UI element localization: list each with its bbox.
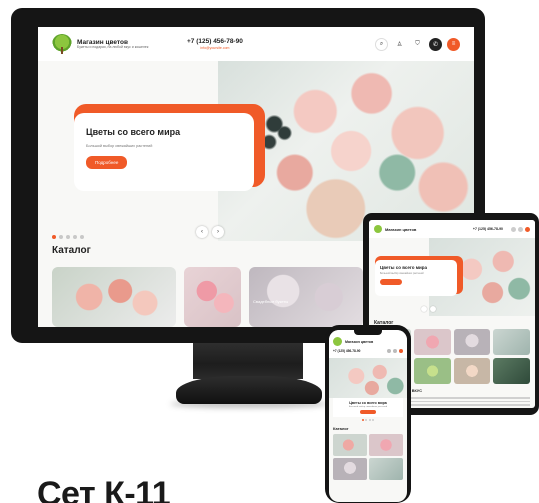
catalog-tile[interactable] <box>333 434 367 456</box>
search-icon[interactable] <box>387 349 391 353</box>
tree-logo-icon[interactable] <box>52 34 72 54</box>
slider-dot[interactable] <box>368 419 371 421</box>
tree-logo-icon[interactable] <box>333 337 342 346</box>
phone-hero-button[interactable] <box>360 410 376 414</box>
phone-device: Магазин цветов +7 (125) 456-78-90 Цветы … <box>325 325 411 503</box>
menu-icon[interactable]: ≡ <box>447 37 460 51</box>
hero-subtitle: Большой выбор свежайших растений <box>86 144 153 148</box>
tablet-header-icons <box>511 226 530 232</box>
phone-hero-card: Цветы со всего мира Большой выбор свежай… <box>333 398 403 417</box>
hero-card: Цветы со всего мира Большой выбор свежай… <box>74 113 254 191</box>
slider-dot[interactable] <box>52 235 56 239</box>
cart-icon[interactable]: ⛉ <box>411 37 424 51</box>
phone-hero-title: Цветы со всего мира <box>349 401 387 405</box>
slider-dot[interactable] <box>372 419 375 421</box>
catalog-title: Каталог <box>52 245 91 256</box>
chevron-left-icon[interactable]: ‹ <box>196 226 208 238</box>
catalog-tile[interactable] <box>413 358 451 384</box>
menu-icon[interactable] <box>525 226 530 232</box>
catalog-tile[interactable] <box>493 358 530 384</box>
catalog-tile-label: Свадебные букеты <box>253 299 289 304</box>
phone-header-icons <box>387 349 403 353</box>
phone-catalog-title: Каталог <box>333 426 349 431</box>
search-icon[interactable] <box>511 226 516 232</box>
brand: Магазин цветов Букеты и подарки, на любо… <box>77 39 152 50</box>
header-phone[interactable]: +7 (125) 456-78-90 <box>187 38 243 46</box>
hero-title: Цветы со всего мира <box>86 127 181 137</box>
store-tagline: Букеты и подарки, на любой вкус и кошеле… <box>77 44 149 49</box>
header-icons: ⌕ ♙ ⛉ ✆ ≡ <box>375 37 460 51</box>
tree-logo-icon[interactable] <box>374 225 382 233</box>
catalog-tile[interactable] <box>413 329 451 355</box>
chevron-right-icon[interactable]: › <box>212 226 224 238</box>
slider-dot[interactable] <box>73 235 77 239</box>
chevron-right-icon[interactable] <box>430 306 436 312</box>
slider-dots <box>52 235 84 239</box>
tablet-phone[interactable]: +7 (125) 456-78-90 <box>473 227 503 231</box>
phone-notch <box>354 330 382 335</box>
slider-dot[interactable] <box>59 235 63 239</box>
tablet-hero-card: Цветы со всего мира Большой выбор свежай… <box>375 260 457 296</box>
slider-dot[interactable] <box>361 419 364 421</box>
tablet-store-name[interactable]: Магазин цветов <box>385 227 416 232</box>
slider-dot[interactable] <box>80 235 84 239</box>
tablet-hero: Цветы со всего мира Большой выбор свежай… <box>369 238 535 316</box>
catalog-tile[interactable] <box>333 458 367 480</box>
catalog-tile[interactable] <box>453 329 491 355</box>
slider-arrows: ‹ › <box>196 226 224 238</box>
tablet-hero-button[interactable] <box>380 279 402 285</box>
catalog-tile[interactable] <box>52 267 176 327</box>
phone-store-name[interactable]: Магазин цветов <box>345 340 373 344</box>
catalog-tile[interactable] <box>369 458 403 480</box>
tablet-slider-arrows <box>421 306 436 312</box>
phone-screen: Магазин цветов +7 (125) 456-78-90 Цветы … <box>329 330 407 502</box>
phone-slider-dots <box>329 419 407 421</box>
slider-dot[interactable] <box>365 419 368 421</box>
catalog-tile[interactable] <box>453 358 491 384</box>
tablet-hero-title: Цветы со всего мира <box>380 265 428 270</box>
header-contact: +7 (125) 456-78-90 info@yoursite.com <box>187 38 243 50</box>
search-icon[interactable]: ⌕ <box>375 37 388 51</box>
catalog-tile[interactable] <box>369 434 403 456</box>
user-icon[interactable]: ♙ <box>393 37 406 51</box>
chevron-left-icon[interactable] <box>421 306 427 312</box>
menu-icon[interactable] <box>399 349 403 353</box>
hero-more-button[interactable]: Подробнее <box>86 156 128 169</box>
catalog-tile[interactable] <box>493 329 530 355</box>
cart-icon[interactable] <box>393 349 397 353</box>
product-title: Сет К-11 <box>37 475 171 503</box>
catalog-tile[interactable] <box>184 267 241 327</box>
phone-phone-number[interactable]: +7 (125) 456-78-90 <box>333 349 360 353</box>
phone-icon[interactable]: ✆ <box>429 37 442 51</box>
site-header: Магазин цветов Букеты и подарки, на любо… <box>38 27 474 61</box>
header-email[interactable]: info@yoursite.com <box>200 46 229 50</box>
monitor-stand-foot <box>176 376 322 404</box>
phone-catalog-grid <box>329 434 407 480</box>
promo-stage: Магазин цветов Букеты и подарки, на любо… <box>0 0 539 503</box>
catalog-tile[interactable]: Свадебные букеты <box>249 267 363 327</box>
phone-hero-image <box>329 358 407 398</box>
tablet-header: Магазин цветов +7 (125) 456-78-90 <box>369 220 535 238</box>
tablet-hero-subtitle: Большой выбор свежайших растений <box>380 272 424 275</box>
cart-icon[interactable] <box>518 226 523 232</box>
slider-dot[interactable] <box>66 235 70 239</box>
phone-hero-subtitle: Большой выбор свежайших растений <box>348 406 388 408</box>
